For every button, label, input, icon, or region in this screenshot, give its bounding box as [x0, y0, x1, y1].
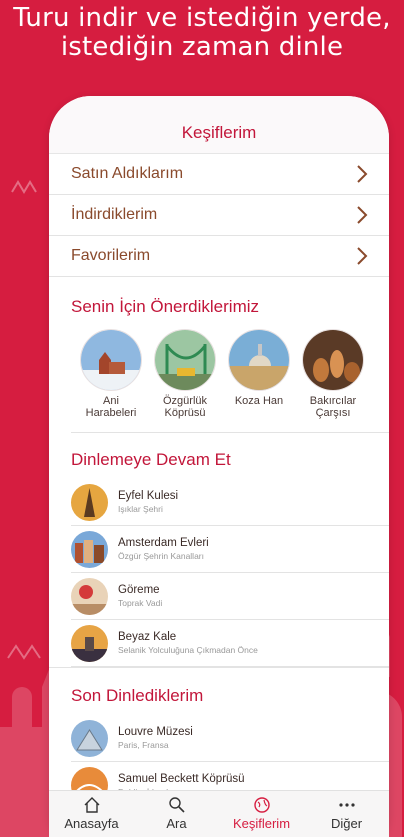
- tab-home[interactable]: Anasayfa: [57, 796, 127, 831]
- recommended-item-label: Özgürlük Köprüsü: [162, 395, 208, 419]
- menu-item-label: Satın Aldıklarım: [71, 165, 184, 182]
- list-item[interactable]: Amsterdam Evleri Özgür Şehrin Kanalları: [71, 526, 389, 573]
- chevron-right-icon: [357, 165, 368, 183]
- menu-item-downloads[interactable]: İndirdiklerim: [49, 195, 389, 236]
- recommended-section-title: Senin İçin Önerdiklerimiz: [71, 297, 260, 316]
- menu-item-favorites[interactable]: Favorilerim: [49, 236, 389, 277]
- list-item[interactable]: Louvre Müzesi Paris, Fransa: [71, 715, 389, 762]
- menu-item-label: İndirdiklerim: [71, 206, 158, 223]
- recommended-item[interactable]: Ani Harabeleri: [79, 329, 143, 419]
- tab-more[interactable]: Diğer: [312, 796, 382, 831]
- recommended-item-label: Bakırcılar Çarşısı: [309, 395, 357, 419]
- item-title: Göreme: [118, 584, 160, 596]
- item-subtitle: Işıklar Şehri: [118, 504, 163, 514]
- item-subtitle: Selanik Yolculuğuna Çıkmadan Önce: [118, 645, 258, 655]
- promo-headline-line1: Turu indir ve istediğin yerde,: [13, 3, 391, 33]
- decorative-squiggle-icon: [11, 180, 37, 194]
- item-title: Amsterdam Evleri: [118, 537, 209, 549]
- eyfel-thumbnail: [71, 483, 108, 521]
- recommended-list: Ani Harabeleri Özgürlük Köprüsü Koza Han B…: [71, 329, 389, 433]
- promo-headline-line2: istediğin zaman dinle: [60, 32, 344, 62]
- continue-section-title: Dinlemeye Devam Et: [71, 450, 231, 469]
- item-subtitle: Toprak Vadi: [118, 598, 163, 608]
- liberty-bridge-thumbnail: [154, 329, 216, 391]
- recommended-item-label: Koza Han: [234, 395, 284, 407]
- list-item[interactable]: Beyaz Kale Selanik Yolculuğuna Çıkmadan Ö…: [71, 620, 389, 667]
- item-title: Beyaz Kale: [118, 631, 177, 643]
- list-item[interactable]: Göreme Toprak Vadi: [71, 573, 389, 620]
- recommended-item[interactable]: Koza Han: [227, 329, 291, 419]
- tab-label: Ara: [166, 816, 187, 831]
- home-icon: [84, 797, 99, 813]
- ani-thumbnail: [80, 329, 142, 391]
- goreme-thumbnail: [71, 577, 108, 615]
- promo-headline: Turu indir ve istediğin yerde, istediğin…: [0, 4, 404, 62]
- recommended-item[interactable]: Bakırcılar Çarşısı: [301, 329, 365, 419]
- koza-han-thumbnail: [228, 329, 290, 391]
- recommended-item[interactable]: Özgürlük Köprüsü: [153, 329, 217, 419]
- globe-icon: [253, 797, 270, 813]
- tab-discoveries[interactable]: Keşiflerim: [227, 796, 297, 831]
- amsterdam-thumbnail: [71, 530, 108, 568]
- item-title: Louvre Müzesi: [118, 726, 193, 738]
- item-subtitle: Özgür Şehrin Kanalları: [118, 551, 204, 561]
- item-title: Eyfel Kulesi: [118, 490, 179, 502]
- item-subtitle: Paris, Fransa: [118, 740, 169, 750]
- tab-search[interactable]: Ara: [142, 796, 212, 831]
- beyaz-kale-thumbnail: [71, 624, 108, 662]
- bottom-tab-bar: Anasayfa Ara Keşiflerim Diğer: [49, 790, 389, 837]
- bakircilar-thumbnail: [302, 329, 364, 391]
- phone-screen: Keşiflerim Satın Aldıklarım İndirdikleri…: [49, 96, 389, 837]
- tab-label: Keşiflerim: [232, 816, 291, 831]
- list-item[interactable]: Eyfel Kulesi Işıklar Şehri: [71, 479, 389, 526]
- more-dots-icon: [338, 803, 355, 807]
- page-title: Keşiflerim: [49, 96, 389, 154]
- tab-label: Anasayfa: [64, 816, 119, 831]
- menu-item-purchased[interactable]: Satın Aldıklarım: [49, 154, 389, 195]
- item-title: Samuel Beckett Köprüsü: [118, 773, 245, 785]
- chevron-right-icon: [357, 206, 368, 224]
- chevron-right-icon: [357, 247, 368, 265]
- louvre-thumbnail: [71, 719, 108, 757]
- recommended-item-label: Ani Harabeleri: [85, 395, 137, 419]
- recent-section-title: Son Dinlediklerim: [49, 667, 389, 715]
- search-icon: [168, 797, 185, 813]
- tab-label: Diğer: [330, 816, 363, 831]
- menu-item-label: Favorilerim: [71, 247, 151, 264]
